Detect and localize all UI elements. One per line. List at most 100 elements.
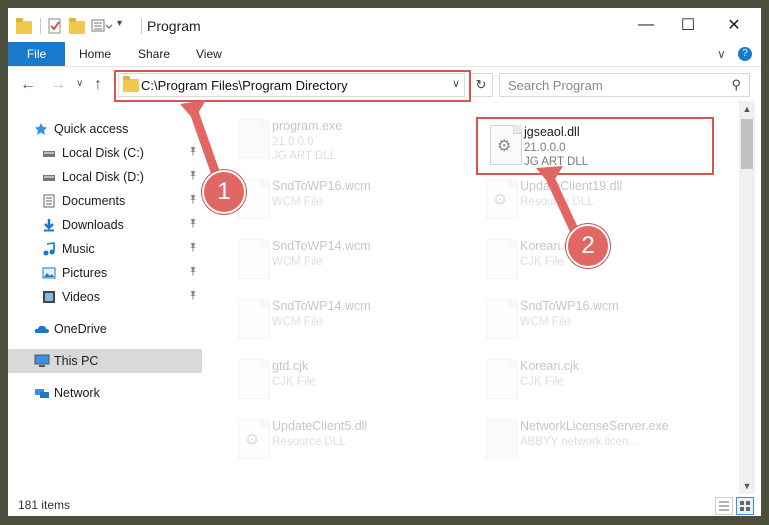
file-tile[interactable]: UpdateClient5.dll Resource DLL [226, 413, 464, 463]
page-fold [261, 299, 270, 308]
back-button[interactable]: ← [20, 76, 36, 94]
navigation-pane: Quick access Local Disk (C:) Local Disk (D… [8, 101, 206, 494]
star-icon [34, 122, 48, 136]
maximize-icon: ☐ [680, 17, 696, 34]
page-fold [261, 239, 270, 248]
file-name: SndToWP16.wcm [520, 299, 619, 313]
properties-icon[interactable] [47, 18, 63, 34]
sidebar-item-documents[interactable]: Documents [8, 189, 202, 213]
sidebar-item-local-disk-c[interactable]: Local Disk (C:) [8, 141, 202, 165]
close-button[interactable]: ✕ [711, 8, 757, 42]
sidebar-item-label: This PC [54, 354, 99, 368]
search-input[interactable]: Search Program ⚲ [499, 73, 750, 97]
music-icon [42, 242, 56, 256]
new-folder-icon[interactable] [69, 18, 85, 34]
scroll-down-button[interactable]: ▼ [739, 478, 755, 494]
search-icon: ⚲ [731, 77, 741, 92]
file-type: WCM File [272, 316, 323, 328]
page-fold [513, 125, 522, 134]
file-tile[interactable]: SndToWP14.wcm WCM File [226, 233, 464, 283]
file-type: Resource DLL [272, 436, 346, 448]
page-fold [509, 419, 518, 428]
sidebar-item-label: Videos [62, 290, 100, 304]
ribbon: File Home Share View ∨ ? [8, 42, 761, 67]
sidebar-item-quick-access[interactable]: Quick access [8, 117, 202, 141]
file-tile-selected[interactable]: jgseaol.dll 21.0.0.0 JG ART DLL [476, 117, 714, 175]
chevron-down-icon[interactable]: ∨ [452, 77, 460, 90]
tab-view[interactable]: View [196, 47, 222, 61]
sidebar-item-local-disk-d[interactable]: Local Disk (D:) [8, 165, 202, 189]
page-fold [509, 359, 518, 368]
sidebar-item-label: Local Disk (D:) [62, 170, 144, 184]
file-tile[interactable]: SndToWP14.wcm WCM File [226, 293, 464, 343]
file-name: gtd.cjk [272, 359, 309, 373]
scroll-thumb[interactable] [741, 119, 753, 169]
sidebar-item-label: Local Disk (C:) [62, 146, 144, 160]
minimize-button[interactable]: — [623, 8, 669, 42]
documents-icon [42, 194, 56, 208]
file-tile[interactable]: NetworkLicenseServer.exe ABBYY network li… [474, 413, 712, 463]
toolbar-divider [40, 18, 41, 34]
file-type: Resource DLL [520, 196, 594, 208]
sidebar-item-label: OneDrive [54, 322, 107, 336]
help-icon[interactable]: ? [738, 47, 752, 61]
sidebar-item-videos[interactable]: Videos [8, 285, 202, 309]
sidebar-item-pictures[interactable]: Pictures [8, 261, 202, 285]
forward-button[interactable]: → [50, 76, 66, 94]
explorer-window: ▾ Program — ☐ ✕ File Home Share View ∨ ?… [8, 8, 761, 516]
videos-icon [42, 290, 56, 304]
sidebar-item-label: Network [54, 386, 100, 400]
file-name: program.exe [272, 119, 343, 133]
quick-access-toolbar: ▾ [16, 17, 148, 35]
item-count: 181 items [18, 498, 71, 512]
recent-locations-button[interactable]: ∨ [76, 78, 83, 89]
sidebar-item-downloads[interactable]: Downloads [8, 213, 202, 237]
refresh-icon: ↻ [475, 77, 487, 92]
address-bar[interactable]: C:\Program Files\Program Directory ∨ [118, 73, 465, 97]
tiles-view-icon [740, 501, 750, 511]
file-tile[interactable]: gtd.cjk CJK File [226, 353, 464, 403]
file-tile[interactable]: Korean.cjk CJK File [474, 353, 712, 403]
dll-file-icon [490, 125, 522, 165]
dropdown-arrow-icon[interactable]: ▾ [117, 18, 133, 34]
file-icon [238, 299, 270, 339]
tab-share[interactable]: Share [138, 47, 170, 61]
window-title: Program [147, 18, 201, 34]
file-tile[interactable]: program.exe 21.0.0.0 JG ART DLL [226, 113, 464, 163]
file-name: SndToWP14.wcm [272, 299, 371, 313]
sidebar-item-this-pc[interactable]: This PC [8, 349, 202, 373]
file-type: CJK File [520, 376, 564, 388]
sidebar-item-onedrive[interactable]: OneDrive [8, 317, 202, 341]
details-view-button[interactable] [715, 497, 733, 515]
file-tile[interactable]: SndToWP16.wcm WCM File [226, 173, 464, 223]
expand-ribbon-icon[interactable]: ∨ [717, 47, 726, 61]
page-fold [261, 179, 270, 188]
file-tile[interactable]: UpdateClient19.dll Resource DLL [474, 173, 712, 223]
page-fold [261, 119, 270, 128]
sidebar-item-label: Music [62, 242, 95, 256]
file-tile[interactable]: SndToWP16.wcm WCM File [474, 293, 712, 343]
sidebar-item-network[interactable]: Network [8, 381, 202, 405]
dll-file-icon [238, 419, 270, 459]
large-icons-view-button[interactable] [736, 497, 754, 515]
address-row: ← → ∨ ↑ C:\Program Files\Program Directo… [8, 68, 761, 101]
pin-icon [188, 194, 198, 207]
pin-icon [188, 266, 198, 279]
pin-icon [188, 218, 198, 231]
page-fold [509, 239, 518, 248]
tab-home[interactable]: Home [79, 47, 111, 61]
vertical-scrollbar[interactable]: ▲ ▼ [739, 101, 755, 494]
customize-toolbar-icon[interactable] [91, 18, 113, 34]
file-name: NetworkLicenseServer.exe [520, 419, 669, 433]
maximize-button[interactable]: ☐ [665, 8, 711, 42]
file-name: jgseaol.dll [524, 125, 580, 139]
refresh-button[interactable]: ↻ [469, 73, 493, 97]
up-button[interactable]: ↑ [94, 76, 102, 94]
sidebar-item-music[interactable]: Music [8, 237, 202, 261]
tab-file[interactable]: File [8, 42, 65, 66]
pictures-icon [42, 266, 56, 280]
scroll-up-button[interactable]: ▲ [739, 101, 755, 117]
dll-file-icon [486, 179, 518, 219]
file-type: 21.0.0.0 [272, 136, 314, 148]
cloud-icon [34, 322, 49, 336]
